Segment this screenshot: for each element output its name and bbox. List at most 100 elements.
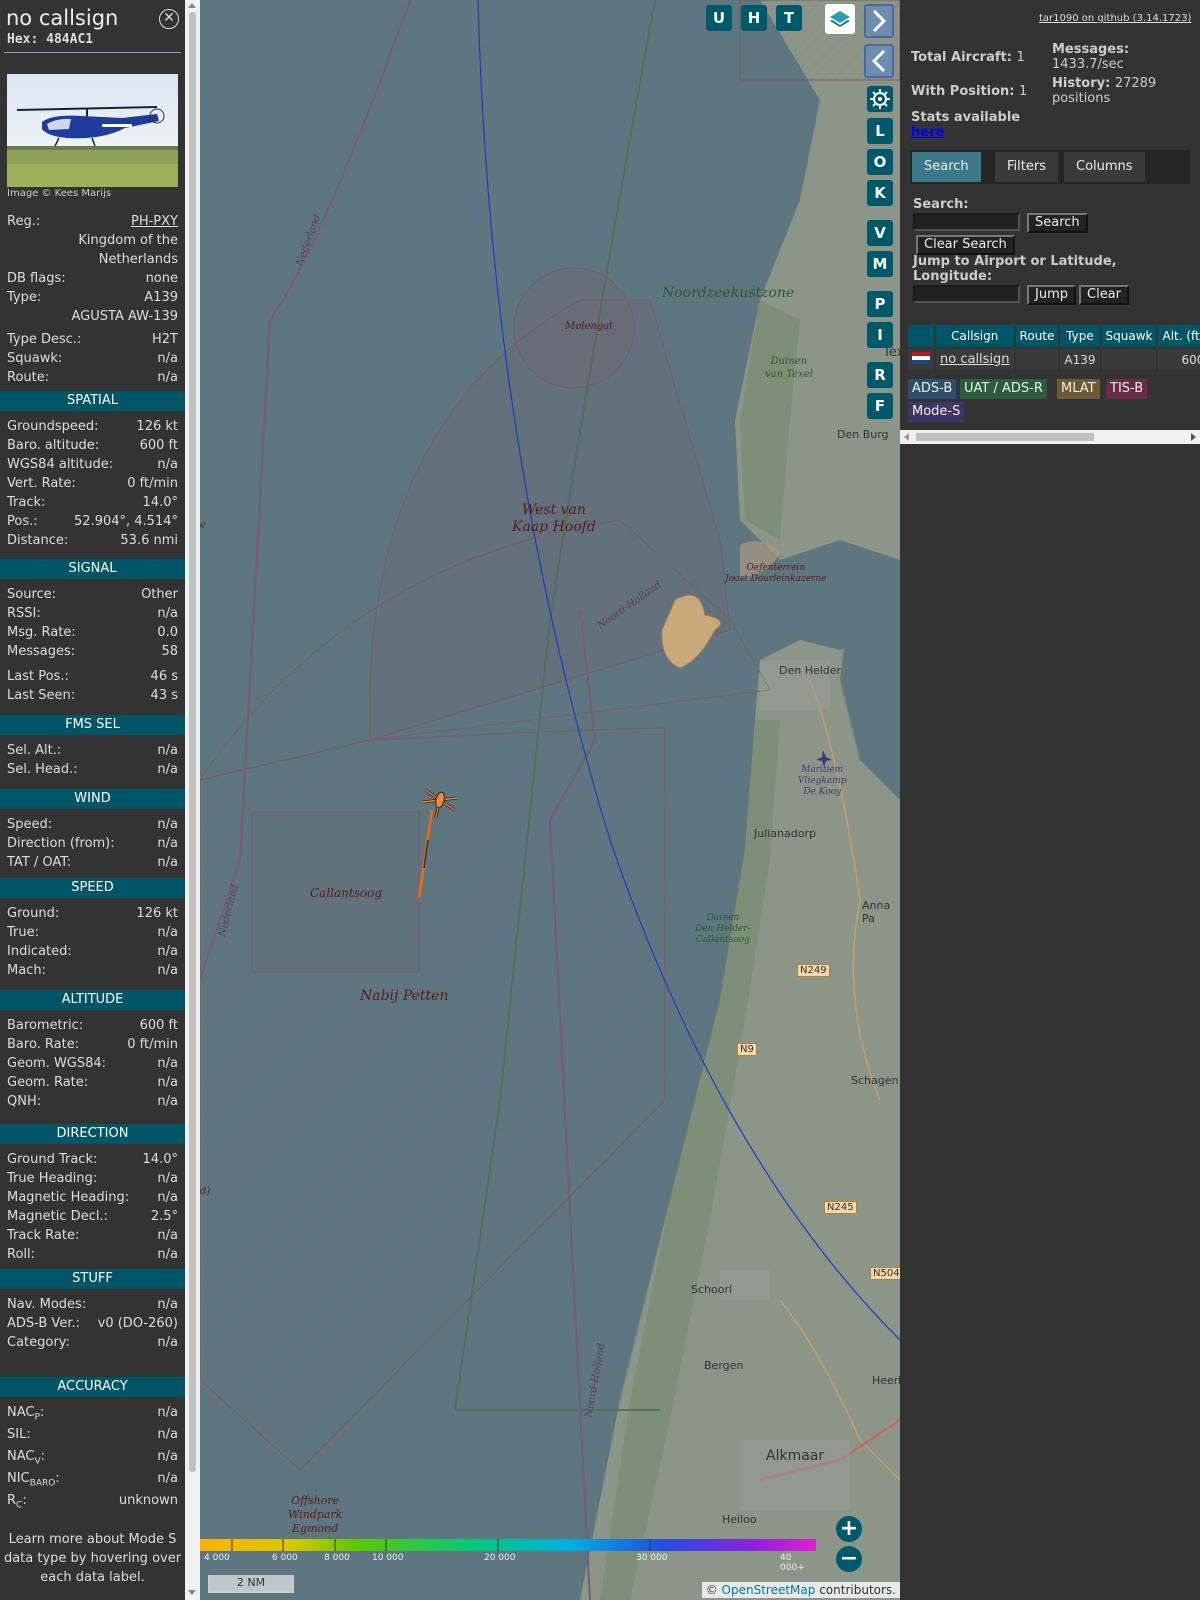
zoom-out-button[interactable]: − [836, 1546, 862, 1572]
city-heerhugowaard: Heerh [872, 1374, 900, 1387]
detail-row-value: n/a [157, 1405, 178, 1420]
table-scrollbar[interactable] [900, 430, 1200, 444]
detail-row-value: n/a [157, 1056, 178, 1071]
detail-row: RSSI: n/a [7, 605, 178, 623]
detail-row: ADS-B Ver.: v0 (DO-260) [7, 1315, 178, 1333]
row-callsign[interactable]: no callsign [940, 352, 1010, 367]
detail-row-label: Geom. Rate: [7, 1074, 88, 1092]
scroll-thumb[interactable] [189, 12, 196, 1472]
tab-search[interactable]: Search [912, 152, 981, 182]
next-button[interactable] [864, 4, 894, 38]
detail-row: Type Desc.: H2T [7, 331, 178, 349]
col-type[interactable]: Type [1060, 325, 1100, 347]
detail-row-label: Vert. Rate: [7, 475, 76, 493]
detail-row: Ground: 126 kt [7, 905, 178, 923]
clear-search-button[interactable]: Clear Search [916, 235, 1015, 255]
section-header-altitude: ALTITUDE [0, 990, 185, 1010]
flag-icon [908, 349, 934, 370]
detail-row-label: Route: [7, 370, 50, 385]
detail-row-value: n/a [157, 855, 178, 870]
detail-row: Roll: n/a [7, 1246, 178, 1264]
layers-icon [830, 11, 850, 27]
col-callsign[interactable]: Callsign [936, 325, 1014, 347]
toggle-l-button[interactable]: L [867, 118, 893, 144]
col-flag[interactable] [908, 325, 934, 347]
col-route[interactable]: Route [1015, 325, 1059, 347]
scroll-up-icon[interactable] [188, 3, 196, 8]
city-bergen: Bergen [704, 1359, 744, 1372]
scroll-thumb[interactable] [916, 433, 1094, 441]
detail-row-value: 53.6 nmi [120, 533, 178, 548]
detail-row-label-text: Last Pos.: [7, 669, 69, 684]
detail-row-value: n/a [157, 925, 178, 940]
detail-row-label: RSSI: [7, 605, 41, 623]
search-input[interactable] [913, 213, 1020, 231]
detail-row-value: 0 ft/min [127, 476, 178, 491]
detail-row-value: n/a [157, 1335, 178, 1350]
col-altitude[interactable]: Alt. (ft) [1158, 325, 1200, 347]
total-aircraft-value: 1 [1016, 50, 1025, 65]
toggle-i-button[interactable]: I [867, 322, 893, 348]
clear-jump-button[interactable]: Clear [1079, 285, 1129, 305]
detail-row-value: n/a [157, 743, 178, 758]
jump-button[interactable]: Jump [1027, 285, 1076, 305]
toggle-t-button[interactable]: T [776, 5, 802, 31]
col-squawk[interactable]: Squawk [1101, 325, 1157, 347]
close-icon[interactable]: ✕ [159, 9, 179, 29]
previous-button[interactable] [864, 44, 894, 78]
search-button[interactable]: Search [1027, 213, 1088, 233]
label-duinen-texel: Duinen van Texel [765, 356, 813, 380]
photo-credit: Image © Kees Marijs [7, 188, 112, 199]
detail-row-value: n/a [157, 944, 178, 959]
tab-filters[interactable]: Filters [995, 152, 1058, 182]
detail-row-label-text: Msg. Rate: [7, 625, 76, 640]
scroll-right-icon[interactable] [1191, 433, 1196, 441]
detail-row-value[interactable]: PH-PXY [131, 213, 178, 231]
detail-row: Reg.: PH-PXY [7, 213, 178, 231]
github-link[interactable]: tar1090 on github (3.14.1723) [1039, 13, 1191, 24]
detail-row-value: 0 ft/min [127, 1037, 178, 1052]
road-n245: N245 [824, 1201, 857, 1214]
detail-row-label: Type Desc.: [7, 332, 82, 347]
section-header-signal: SIGNAL [0, 559, 185, 579]
settings-button[interactable] [867, 86, 893, 112]
messages-label: Messages: [1052, 42, 1130, 57]
detail-row-value: 58 [161, 644, 178, 659]
toggle-f-button[interactable]: F [867, 393, 893, 419]
toggle-o-button[interactable]: O [867, 149, 893, 175]
map-view[interactable]: Noordzeekustzone Molengat West van Kaap … [200, 0, 900, 1600]
aircraft-photo[interactable] [7, 74, 178, 187]
toggle-v-button[interactable]: V [867, 220, 893, 246]
history-unit: positions [1052, 91, 1111, 106]
jump-input[interactable] [913, 285, 1020, 303]
scroll-left-icon[interactable] [904, 433, 909, 441]
detail-row: Vert. Rate: 0 ft/min [7, 475, 178, 493]
toggle-u-button[interactable]: U [706, 5, 732, 31]
toggle-k-button[interactable]: K [867, 180, 893, 206]
detail-scrollbar[interactable] [185, 0, 200, 1600]
stats-here-link[interactable]: here [911, 125, 1020, 140]
zoom-in-button[interactable]: + [836, 1516, 862, 1542]
toggle-m-button[interactable]: M [867, 251, 893, 277]
toggle-h-button[interactable]: H [741, 5, 767, 31]
detail-row: Last Pos.: 46 s [7, 668, 178, 686]
city-alkmaar: Alkmaar [766, 1448, 825, 1464]
toggle-p-button[interactable]: P [867, 291, 893, 317]
label-edge-e: e [200, 520, 206, 531]
scroll-down-icon[interactable] [188, 1590, 196, 1595]
detail-row-value: n/a [157, 817, 178, 832]
layers-button[interactable] [825, 4, 855, 34]
detail-row-value: n/a [157, 963, 178, 978]
detail-row-label-text: Magnetic Decl.: [7, 1209, 108, 1224]
toggle-r-button[interactable]: R [867, 362, 893, 388]
detail-row-label: Magnetic Heading: [7, 1189, 129, 1207]
osm-link[interactable]: OpenStreetMap [722, 1583, 816, 1597]
detail-row-label-text: TAT / OAT: [7, 855, 72, 870]
detail-row-label: Baro. Rate: [7, 1036, 79, 1054]
detail-row-label: Roll: [7, 1246, 35, 1264]
tab-columns[interactable]: Columns [1064, 152, 1145, 182]
chevron-right-icon [872, 9, 887, 33]
table-row[interactable]: no callsign A139 600 [908, 349, 1200, 370]
section-header-stuff: STUFF [0, 1269, 185, 1289]
altitude-legend: 4 000 6 000 8 000 10 000 20 000 30 000 4… [200, 1539, 816, 1573]
